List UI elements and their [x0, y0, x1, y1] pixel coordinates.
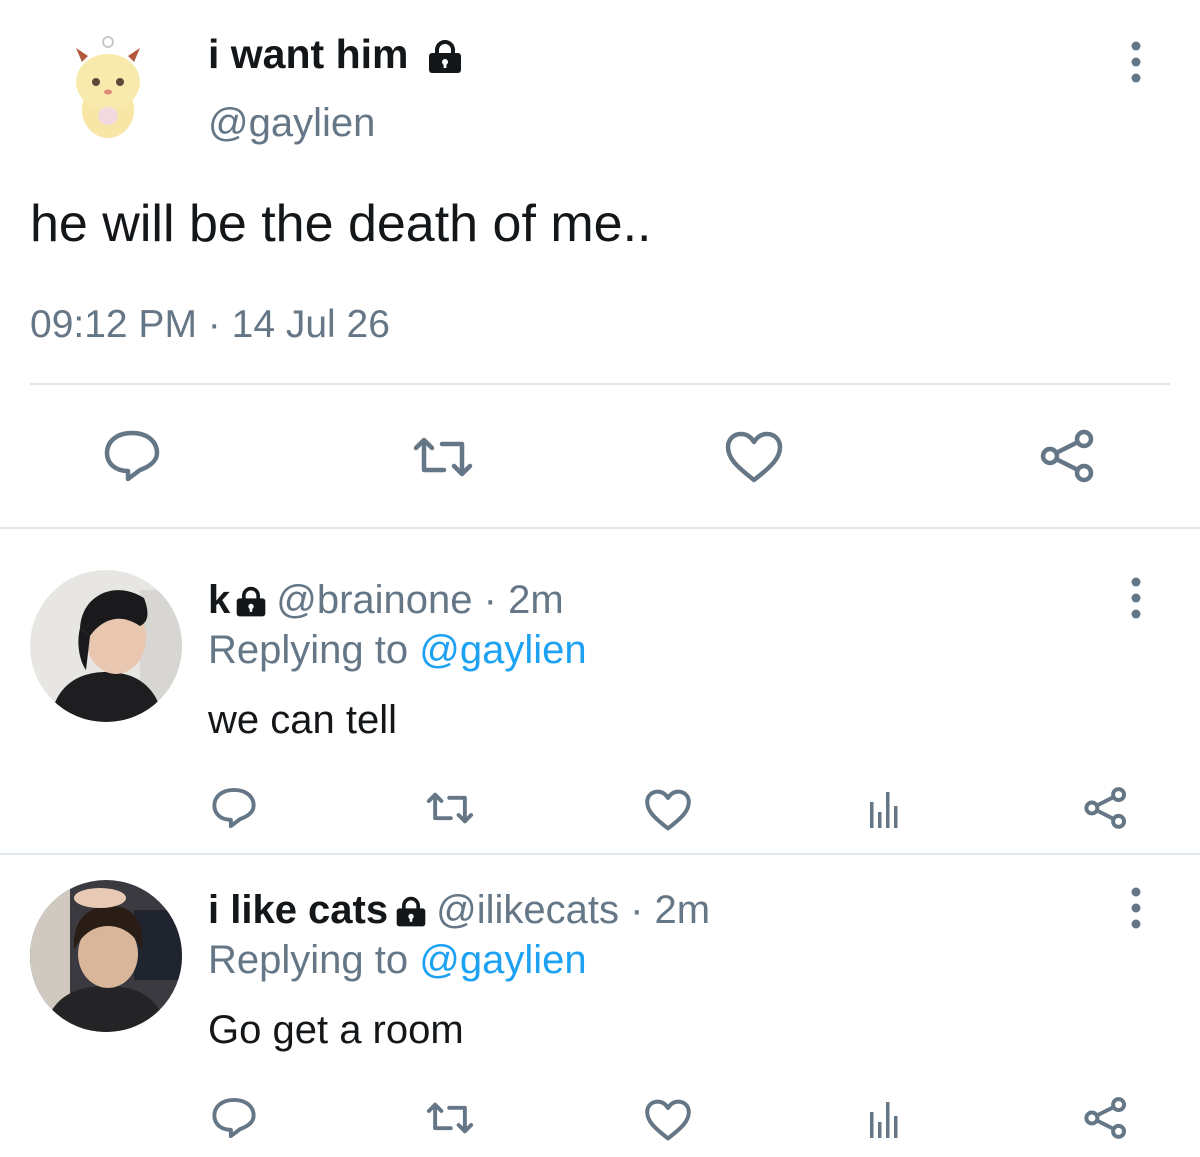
- analytics-icon[interactable]: [864, 786, 908, 830]
- reply-avatar[interactable]: [30, 570, 182, 722]
- share-icon[interactable]: [1082, 1096, 1130, 1140]
- reply-icon[interactable]: [210, 1096, 258, 1140]
- replying-to-handle[interactable]: @gaylien: [419, 628, 586, 672]
- retweet-icon[interactable]: [424, 790, 476, 826]
- main-handle[interactable]: @gaylien: [208, 100, 375, 146]
- main-tweet-text: he will be the death of me..: [30, 195, 652, 253]
- like-icon[interactable]: [644, 788, 692, 832]
- main-timestamp: 09:12 PM · 14 Jul 26: [30, 302, 390, 348]
- retweet-icon[interactable]: [410, 434, 476, 480]
- main-divider: [30, 383, 1170, 385]
- more-options-icon[interactable]: [1124, 40, 1148, 84]
- main-date: 14 Jul 26: [231, 303, 390, 346]
- lock-icon: [234, 586, 268, 618]
- section-divider: [0, 527, 1200, 529]
- more-options-icon[interactable]: [1124, 886, 1148, 930]
- main-separator: ·: [207, 303, 221, 346]
- reply-avatar[interactable]: [30, 880, 182, 1032]
- main-display-name: i want him: [208, 31, 409, 77]
- reply-display-name[interactable]: k: [208, 578, 230, 622]
- reply-icon[interactable]: [210, 786, 258, 830]
- lock-icon: [394, 896, 428, 928]
- replying-to: Replying to @gaylien: [208, 626, 587, 674]
- reply-divider: [0, 853, 1200, 855]
- like-icon[interactable]: [644, 1098, 692, 1142]
- reply-icon[interactable]: [102, 428, 162, 484]
- reply-text: Go get a room: [208, 1008, 464, 1052]
- share-icon[interactable]: [1082, 786, 1130, 830]
- replying-to-label: Replying to: [208, 938, 409, 982]
- main-author-name[interactable]: i want him: [208, 30, 464, 78]
- main-time: 09:12 PM: [30, 303, 197, 346]
- more-options-icon[interactable]: [1124, 576, 1148, 620]
- main-avatar[interactable]: [68, 36, 148, 146]
- reply-header: k @brainone · 2m: [208, 576, 564, 624]
- analytics-icon[interactable]: [864, 1096, 908, 1140]
- reply-handle[interactable]: @ilikecats: [436, 888, 619, 932]
- replying-to-label: Replying to: [208, 628, 409, 672]
- like-icon[interactable]: [724, 430, 784, 484]
- reply-time: · 2m: [483, 578, 564, 622]
- lock-icon: [426, 40, 464, 74]
- reply-handle[interactable]: @brainone: [276, 578, 472, 622]
- reply-header: i like cats @ilikecats · 2m: [208, 886, 710, 934]
- share-icon[interactable]: [1038, 428, 1098, 484]
- replying-to: Replying to @gaylien: [208, 936, 587, 984]
- reply-text: we can tell: [208, 698, 397, 742]
- retweet-icon[interactable]: [424, 1100, 476, 1136]
- reply-display-name[interactable]: i like cats: [208, 888, 388, 932]
- replying-to-handle[interactable]: @gaylien: [419, 938, 586, 982]
- reply-time: · 2m: [630, 888, 711, 932]
